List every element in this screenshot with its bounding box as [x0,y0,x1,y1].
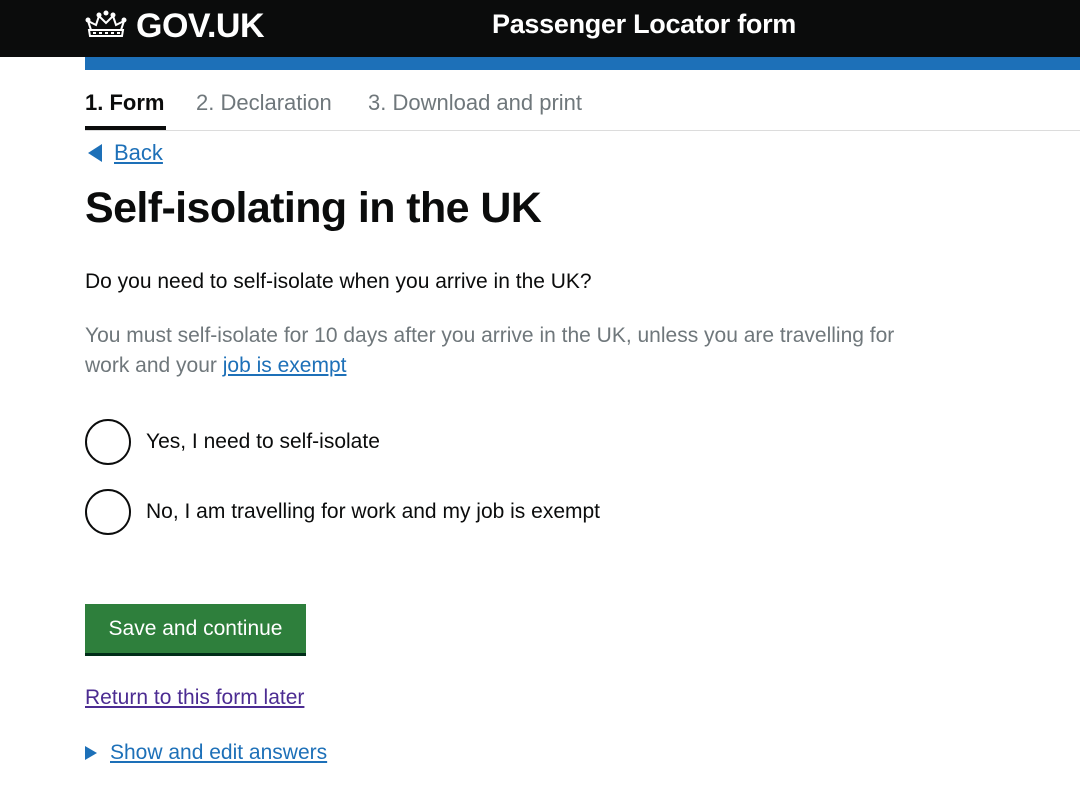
back-link[interactable]: Back [88,140,163,166]
radio-label: Yes, I need to self-isolate [146,430,380,453]
show-answers-label[interactable]: Show and edit answers [110,741,327,765]
question-text: Do you need to self-isolate when you arr… [85,270,592,293]
radio-option-yes[interactable]: Yes, I need to self-isolate [85,419,380,465]
step-navigation: 1. Form 2. Declaration 3. Download and p… [85,90,1080,131]
radio-label: No, I am travelling for work and my job … [146,500,601,523]
current-step-indicator [85,126,166,130]
back-arrow-icon [88,144,102,162]
radio-button[interactable] [85,489,131,535]
crown-icon [85,10,127,37]
govuk-logo-link[interactable]: GOV.UK [85,6,265,46]
logo-text: GOV.UK [136,6,265,45]
back-link-label: Back [114,140,163,165]
job-exempt-link[interactable]: job is exempt [223,354,347,377]
triangle-right-icon [85,746,97,760]
radio-button[interactable] [85,419,131,465]
page-title: Self-isolating in the UK [85,184,542,232]
hint-text: You must self-isolate for 10 days after … [85,321,925,381]
save-and-continue-button[interactable]: Save and continue [85,604,306,653]
site-header: GOV.UK Passenger Locator form [0,0,1080,57]
show-answers-details[interactable]: Show and edit answers [85,741,327,765]
step-declaration: 2. Declaration [196,90,332,115]
step-download-print: 3. Download and print [368,90,583,115]
radio-option-no[interactable]: No, I am travelling for work and my job … [85,489,600,535]
step-form[interactable]: 1. Form [85,90,164,116]
header-blue-bar [85,57,1080,70]
return-later-link[interactable]: Return to this form later [85,686,304,710]
service-name[interactable]: Passenger Locator form [492,9,796,40]
hint-body: You must self-isolate for 10 days after … [85,324,895,377]
